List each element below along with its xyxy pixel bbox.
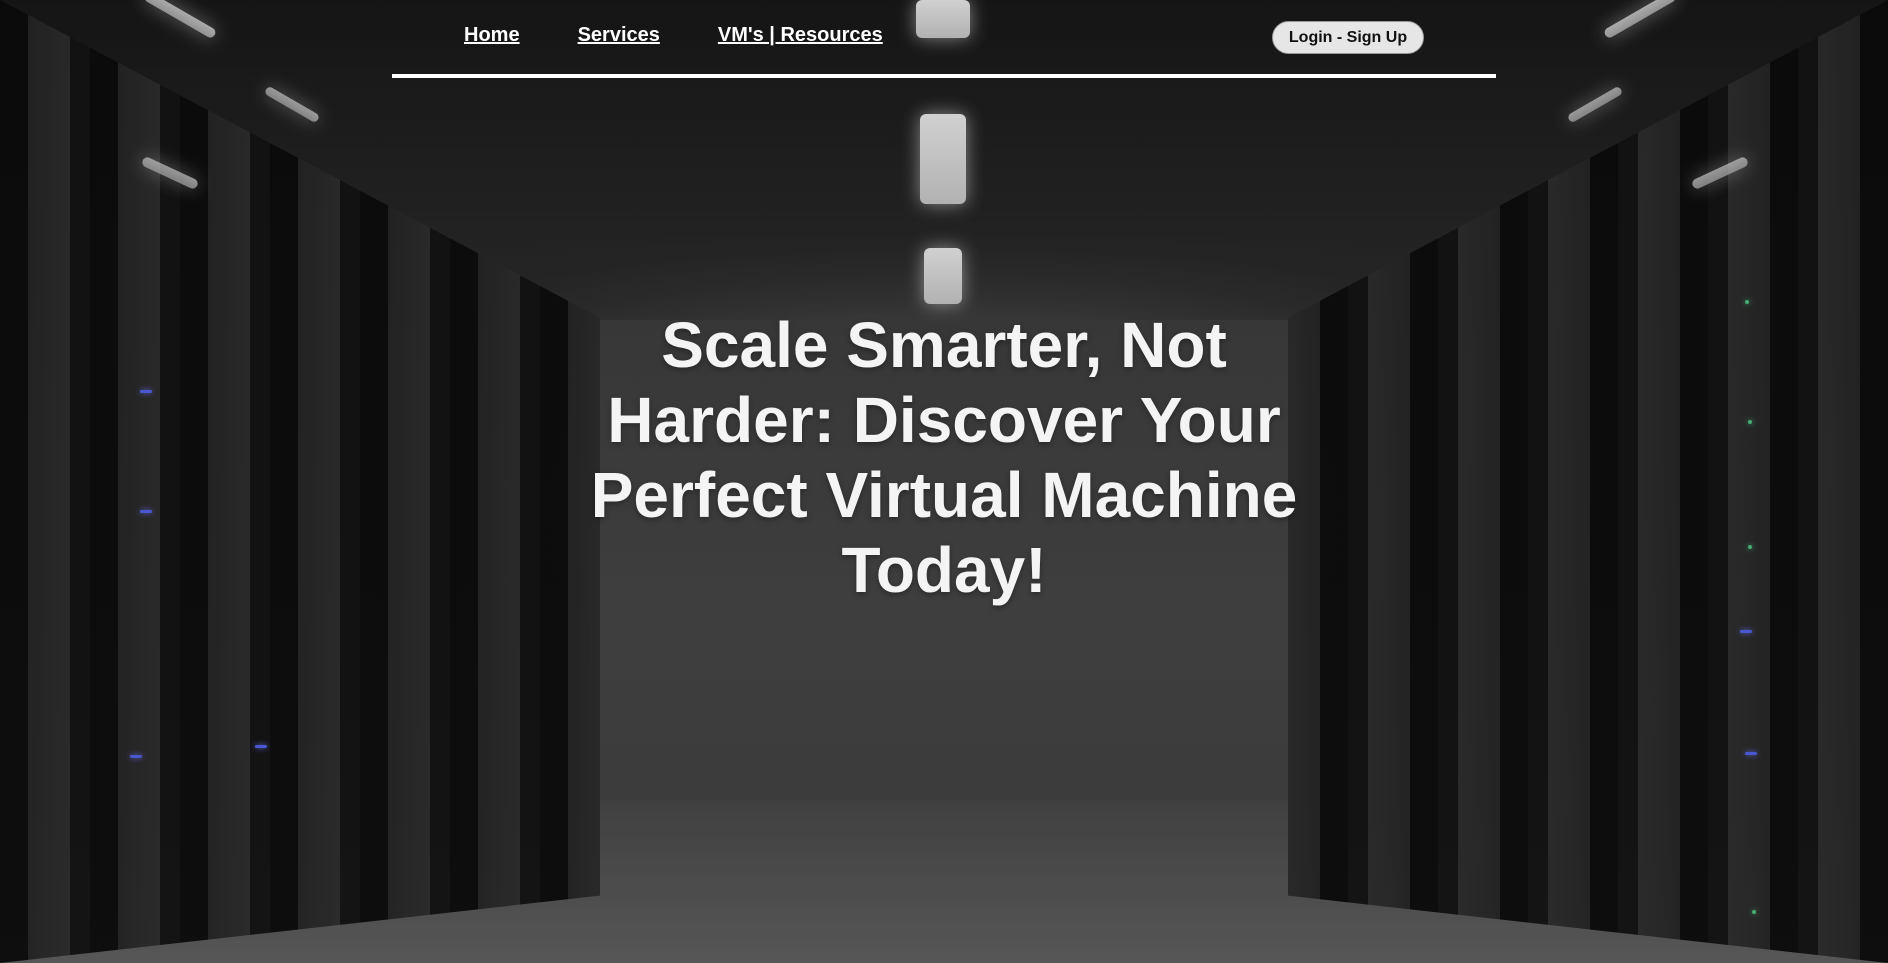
login-signup-button[interactable]: Login - Sign Up <box>1272 21 1424 54</box>
landing-page: Home Services VM's | Resources Login - S… <box>0 0 1888 963</box>
top-navigation: Home Services VM's | Resources Login - S… <box>392 0 1496 78</box>
nav-link-home[interactable]: Home <box>464 24 520 47</box>
nav-links: Home Services VM's | Resources <box>464 24 883 47</box>
nav-link-services[interactable]: Services <box>578 24 660 47</box>
nav-link-vms-resources[interactable]: VM's | Resources <box>718 24 883 47</box>
hero-headline: Scale Smarter, Not Harder: Discover Your… <box>590 309 1298 606</box>
